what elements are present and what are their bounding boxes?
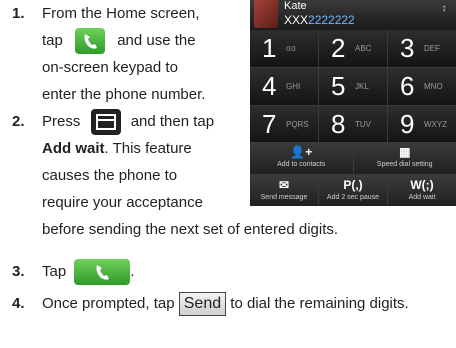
step-3-tap: Tap bbox=[42, 263, 67, 280]
dial-key-digit: 7 bbox=[262, 109, 277, 139]
dial-key-1: 1 σσ bbox=[250, 30, 318, 67]
contact-avatar bbox=[254, 0, 278, 28]
dial-key-digit: 4 bbox=[262, 71, 277, 101]
number-highlight: 2222222 bbox=[308, 13, 355, 27]
phone-call-icon bbox=[75, 28, 106, 55]
dial-key-letters: DEF bbox=[424, 44, 440, 53]
step-2-line-1: Press and then tap bbox=[42, 108, 215, 136]
dial-key-letters: GHI bbox=[286, 82, 301, 91]
step-3-period: . bbox=[130, 263, 135, 280]
dial-key-digit: 5 bbox=[331, 71, 346, 101]
step-4-once: Once prompted, tap bbox=[42, 295, 175, 312]
dial-key-7: 7 PQRS bbox=[250, 106, 318, 143]
add-to-contacts-option: 👤+ Add to contacts bbox=[250, 142, 353, 174]
step-1-line-1: From the Home screen, bbox=[42, 5, 200, 22]
pause-symbol: P(,) bbox=[343, 178, 363, 192]
dial-key-digit: 3 bbox=[400, 33, 415, 63]
step-3-number: 3. bbox=[12, 263, 25, 280]
step-1-line-3: on-screen keypad to bbox=[42, 59, 178, 76]
number-prefix: XXX bbox=[284, 13, 309, 27]
step-1-use: and use the bbox=[117, 32, 196, 49]
step-2-then-tap: and then tap bbox=[130, 113, 215, 130]
wait-symbol: W(;) bbox=[410, 178, 434, 192]
step-1-line-2: tap and use the bbox=[42, 27, 196, 55]
dial-key-2: 2 ABC bbox=[319, 30, 387, 67]
dial-key-letters: WXYZ bbox=[424, 120, 448, 129]
step-2-feature: . This feature bbox=[104, 140, 192, 157]
step-2-number: 2. bbox=[12, 113, 25, 130]
phone-call-icon bbox=[74, 259, 131, 286]
step-1-tap: tap bbox=[42, 32, 63, 49]
dial-key-digit: 8 bbox=[331, 109, 346, 139]
step-4-number: 4. bbox=[12, 295, 25, 312]
step-2-line-5: before sending the next set of entered d… bbox=[42, 221, 339, 238]
message-icon: ✉ bbox=[278, 178, 290, 192]
menu-key-icon bbox=[90, 109, 121, 136]
dial-key-letters: MNO bbox=[424, 82, 443, 91]
step-4-dial: to dial the remaining digits. bbox=[230, 295, 409, 312]
speed-dial-label: Speed dial setting bbox=[376, 161, 433, 168]
dial-key-letters: σσ bbox=[286, 44, 296, 53]
send-message-option: ✉ Send message bbox=[250, 175, 318, 206]
dial-key-8: 8 TUV bbox=[319, 106, 387, 143]
dial-key-digit: 6 bbox=[400, 71, 415, 101]
dial-key-digit: 2 bbox=[331, 33, 346, 63]
step-1-line-4: enter the phone number. bbox=[42, 86, 206, 103]
step-1-number: 1. bbox=[12, 5, 25, 22]
dial-key-digit: 1 bbox=[262, 33, 277, 63]
add-contact-icon: 👤+ bbox=[290, 145, 313, 159]
speed-dial-option: ▦ Speed dial setting bbox=[353, 142, 456, 174]
document-page: 1. From the Home screen, tap and use the… bbox=[0, 0, 456, 348]
dialer-options: 👤+ Add to contacts ▦ Speed dial setting … bbox=[250, 142, 456, 206]
send-key: Send bbox=[178, 292, 227, 317]
dial-key-3: 3 DEF bbox=[388, 30, 456, 67]
dial-key-4: 4 GHI bbox=[250, 68, 318, 105]
dial-key-9: 9 WXYZ bbox=[388, 106, 456, 143]
dialed-number: XXX2222222 bbox=[284, 12, 355, 28]
add-to-contacts-label: Add to contacts bbox=[277, 161, 326, 168]
step-2-line-2: Add wait. This feature bbox=[42, 135, 192, 162]
add-wait-option-label: Add wait bbox=[408, 194, 436, 201]
add-wait-option: W(;) Add wait bbox=[388, 175, 456, 206]
step-4-line: Once prompted, tap Send to dial the rema… bbox=[42, 290, 409, 317]
dialer-header: Kate XXX2222222 ↕ bbox=[250, 0, 456, 30]
send-message-label: Send message bbox=[260, 194, 308, 201]
dial-key-6: 6 MNO bbox=[388, 68, 456, 105]
dial-key-5: 5 JKL bbox=[319, 68, 387, 105]
dial-keypad: 1 σσ 2 ABC 3 DEF 4 GHI 5 JKL 6 MNO 7 PQRS 8 TUV 9 WXYZ bbox=[250, 30, 456, 143]
phone-dialer-screenshot: Kate XXX2222222 ↕ 1 σσ 2 ABC 3 DEF 4 GHI 5 JKL 6 MN… bbox=[250, 0, 456, 206]
dial-key-letters: ABC bbox=[355, 44, 372, 53]
dial-key-letters: PQRS bbox=[286, 120, 309, 129]
step-3-line: Tap . bbox=[42, 258, 135, 286]
step-2-line-3: causes the phone to bbox=[42, 167, 178, 184]
step-2-press: Press bbox=[42, 113, 81, 130]
dial-key-digit: 9 bbox=[400, 109, 415, 139]
add-pause-option: P(,) Add 2 sec pause bbox=[319, 175, 387, 206]
speed-dial-icon: ▦ bbox=[399, 145, 411, 159]
dial-key-letters: TUV bbox=[355, 120, 371, 129]
step-2-line-4: require your acceptance bbox=[42, 194, 203, 211]
add-pause-label: Add 2 sec pause bbox=[326, 194, 380, 201]
expand-arrow-icon: ↕ bbox=[441, 3, 447, 14]
dial-key-letters: JKL bbox=[355, 82, 369, 91]
add-wait-label: Add wait bbox=[42, 140, 105, 157]
